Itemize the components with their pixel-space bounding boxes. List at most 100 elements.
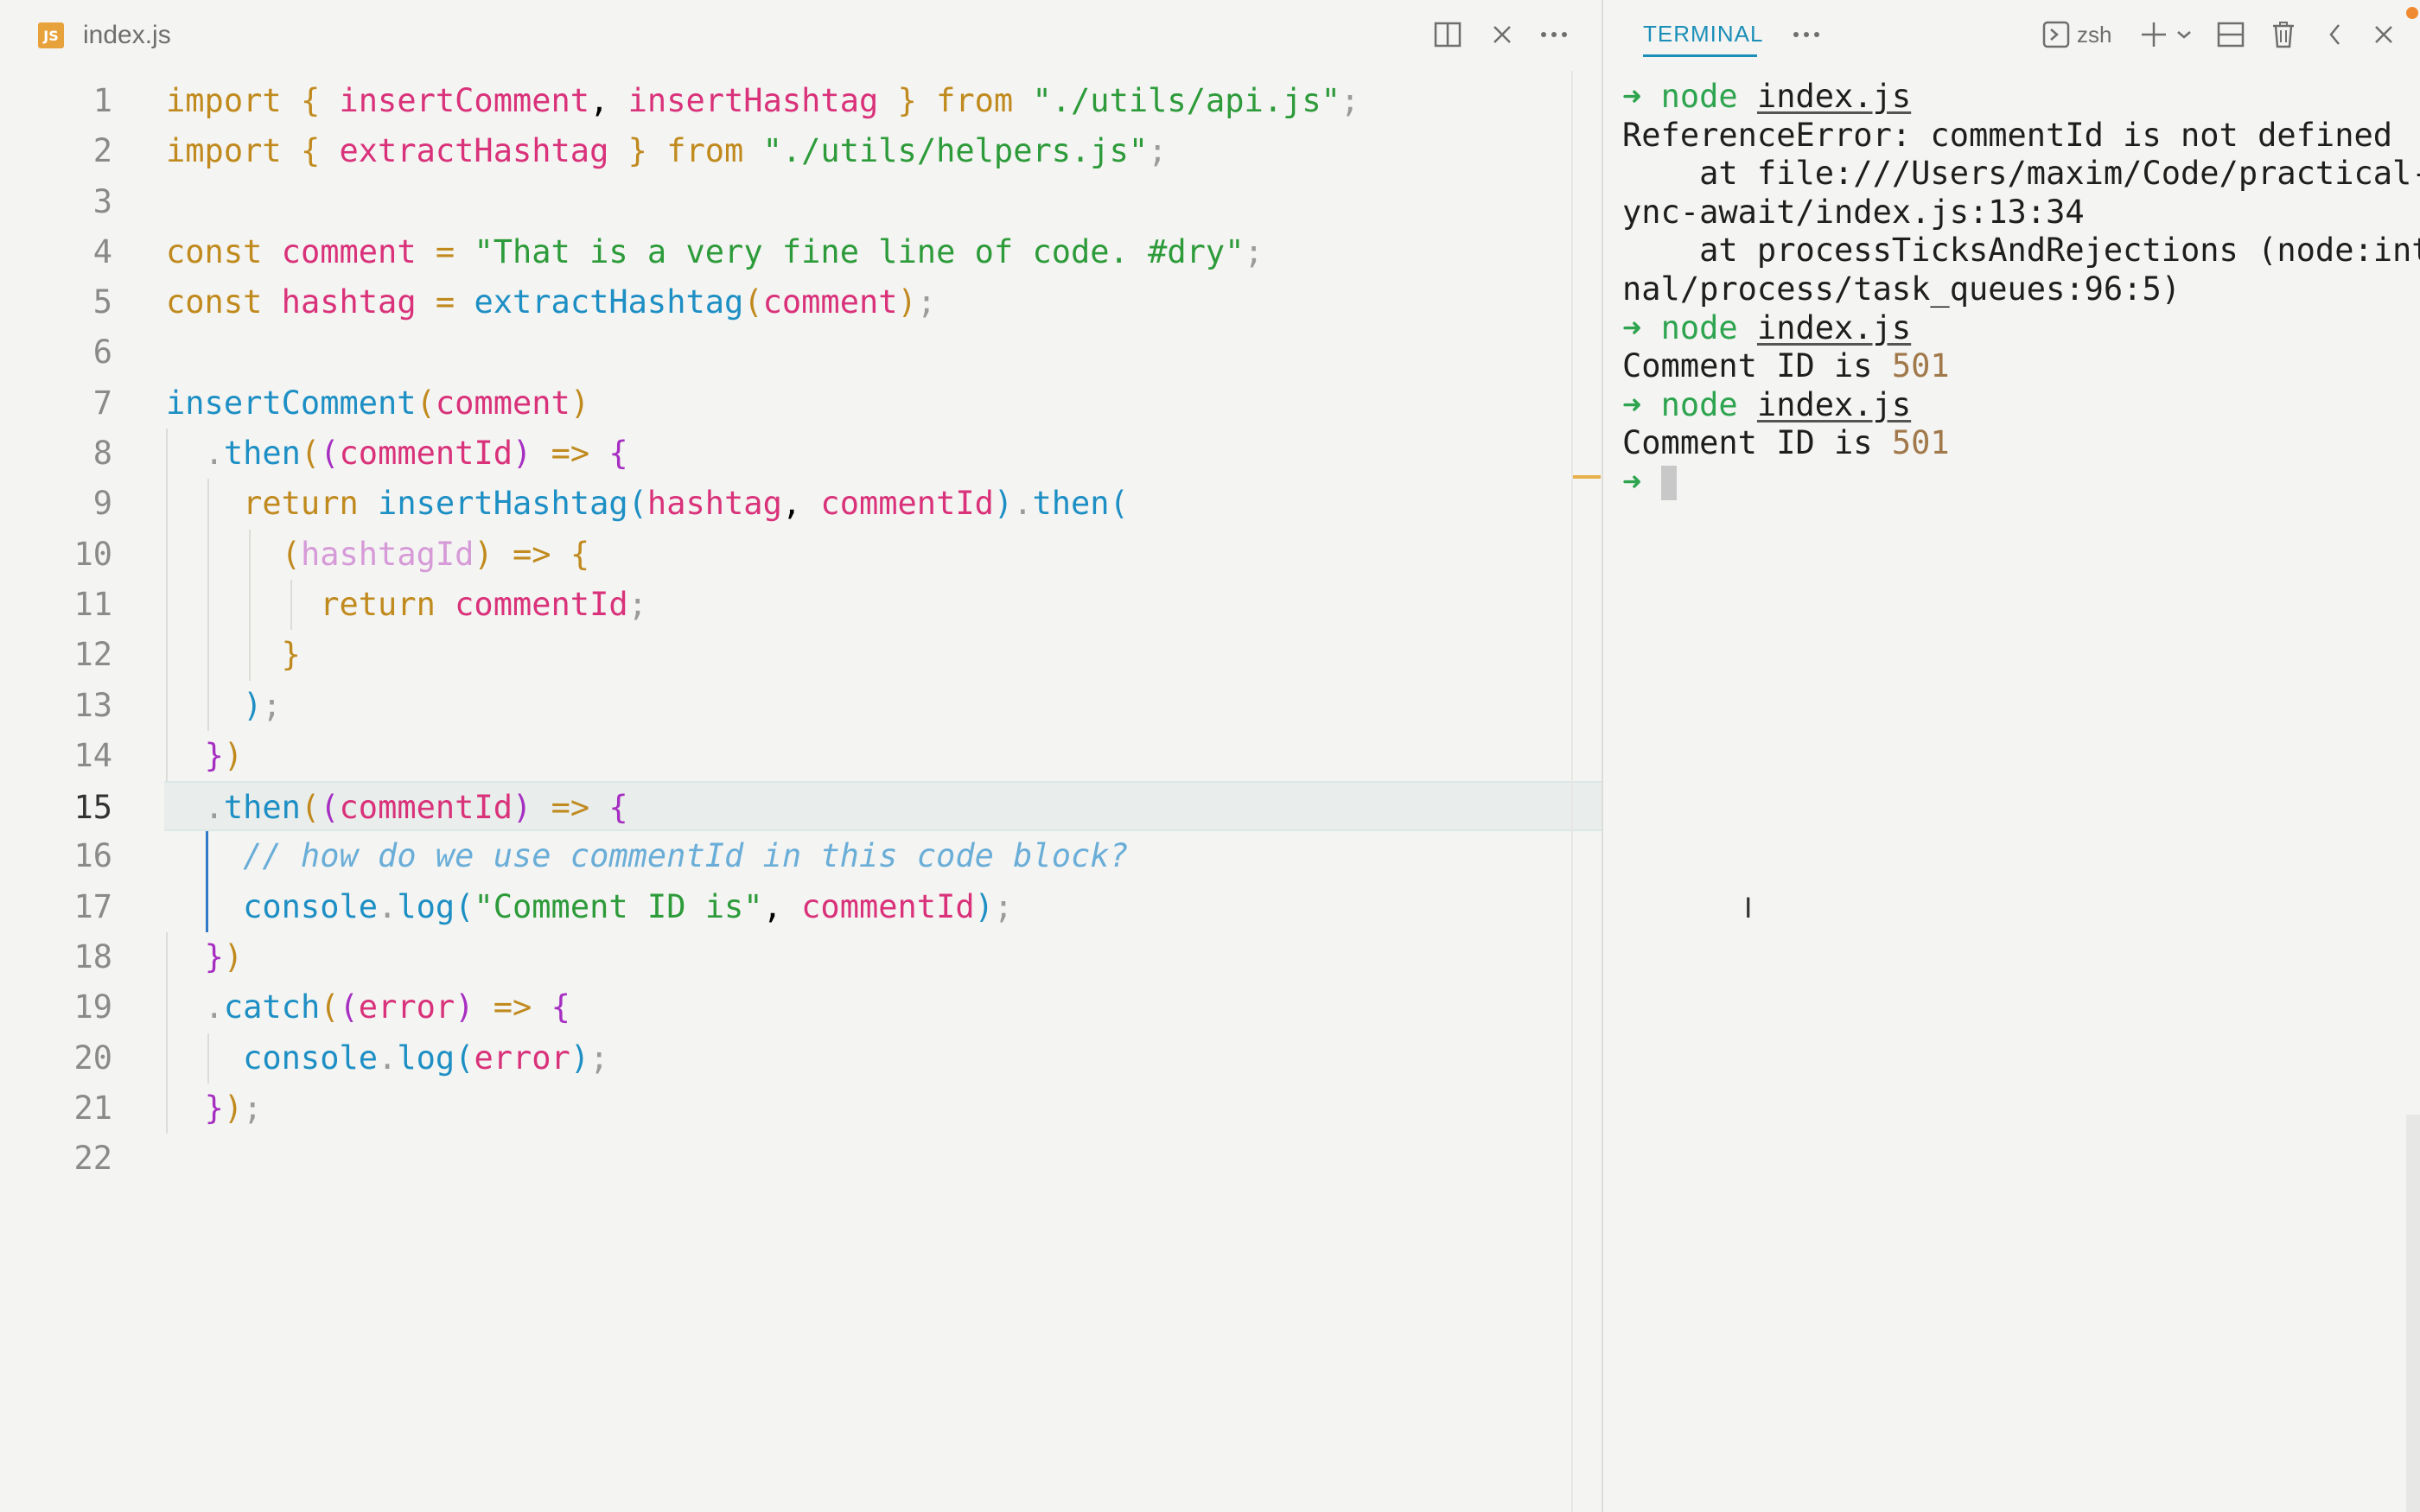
code-area[interactable]: 1 import { insertComment, insertHashtag }… (0, 76, 1602, 1185)
prompt-arrow: ➜ (1622, 308, 1642, 346)
code-text: console.log(error); (243, 1039, 609, 1077)
terminal-command-arg[interactable]: index.js (1757, 309, 1911, 346)
code-line: 10 (hashtagId) => { (0, 529, 1602, 580)
plus-icon (2142, 22, 2166, 47)
line-number: 2 (92, 132, 112, 170)
terminal-command: node (1660, 308, 1738, 346)
code-text: }); (204, 1089, 263, 1127)
code-line: 16 // how do we use commentId in this co… (0, 831, 1602, 882)
code-line: 12 } (0, 630, 1602, 681)
prompt-arrow: ➜ (1622, 78, 1642, 115)
tab-terminal[interactable]: TERMINAL (1643, 21, 1763, 48)
terminal-line: at file:///Users/maxim/Code/practical-as (1622, 155, 2420, 193)
overview-ruler-marker (1573, 475, 1601, 479)
code-text: // how do we use commentId in this code … (243, 837, 1129, 875)
file-tab[interactable]: JS index.js (38, 16, 171, 55)
line-number: 14 (73, 736, 112, 774)
line-number: 1 (92, 82, 112, 119)
line-number: 3 (92, 182, 112, 220)
terminal-cursor (1660, 466, 1677, 501)
terminal-output[interactable]: ➜ node index.js ReferenceError: commentI… (1622, 78, 2420, 502)
terminal-line: ➜ node index.js (1622, 309, 2404, 348)
line-number: 20 (73, 1039, 112, 1077)
code-line: 5 const hashtag = extractHashtag(comment)… (0, 277, 1602, 327)
line-number: 8 (92, 435, 112, 473)
code-line: 4 const comment = "That is a very fine li… (0, 227, 1602, 277)
code-text: return insertHashtag(hashtag, commentId)… (243, 485, 1129, 523)
terminal-scrollbar[interactable] (2406, 1115, 2420, 1512)
code-text: const comment = "That is a very fine lin… (166, 232, 1264, 270)
terminal-line: ReferenceError: commentId is not defined (1622, 116, 2393, 154)
code-text: import { extractHashtag } from "./utils/… (166, 132, 1168, 170)
line-number: 22 (73, 1140, 112, 1178)
chevron-left-icon[interactable] (2328, 17, 2343, 52)
mouse-ibeam-cursor: I (1744, 892, 1753, 924)
line-number: 18 (73, 938, 112, 976)
code-text: insertComment(comment) (166, 384, 590, 422)
code-line: 20 console.log(error); (0, 1032, 1602, 1083)
terminal-command: node (1660, 78, 1738, 115)
code-text: const hashtag = extractHashtag(comment); (166, 283, 937, 321)
terminal-line: ➜ node index.js (1622, 78, 2404, 117)
file-tab-label: index.js (83, 21, 171, 49)
terminal-icon (2042, 21, 2070, 48)
code-text: } (281, 636, 301, 674)
code-line: 14 }) (0, 730, 1602, 782)
code-line: 11 return commentId; (0, 579, 1602, 631)
code-line: 8 .then((commentId) => { (0, 429, 1602, 480)
line-number: 9 (92, 485, 112, 523)
code-line: 3 (0, 177, 1602, 227)
line-number: 12 (73, 636, 112, 674)
output-value: 501 (1891, 347, 1950, 385)
tab-terminal-underline (1643, 54, 1757, 57)
close-panel-icon[interactable] (2372, 17, 2395, 52)
terminal-command-arg[interactable]: index.js (1757, 386, 1911, 423)
terminal-prompt-line[interactable]: ➜ (1622, 463, 2404, 502)
line-number: 5 (92, 283, 112, 321)
terminal-command-arg[interactable]: index.js (1757, 78, 1911, 115)
prompt-arrow: ➜ (1622, 462, 1642, 500)
terminal-line: Comment ID is 501 (1622, 424, 2404, 463)
line-number: 11 (73, 585, 112, 623)
close-icon[interactable] (1485, 17, 1519, 52)
terminal-command: node (1660, 385, 1738, 423)
code-text: }) (204, 736, 244, 774)
terminal-line: at processTicksAndRejections (node:inter (1622, 232, 2420, 270)
terminal-header: TERMINAL zsh (1603, 0, 2420, 71)
terminal-panel[interactable]: TERMINAL zsh ➜ node index.js ReferenceEr… (1602, 0, 2420, 1512)
shell-label: zsh (2077, 21, 2112, 48)
prompt-arrow: ➜ (1622, 385, 1642, 423)
split-editor-icon[interactable] (1430, 17, 1465, 52)
chevron-down-icon[interactable] (2175, 29, 2193, 40)
line-number: 4 (92, 232, 112, 270)
line-number: 19 (73, 988, 112, 1026)
code-line: 18 }) (0, 932, 1602, 983)
code-text: .then((commentId) => { (204, 435, 628, 473)
line-number: 21 (73, 1089, 112, 1127)
code-line: 17 console.log("Comment ID is", commentI… (0, 881, 1602, 933)
code-text: ); (243, 686, 282, 724)
code-line: 19 .catch((error) => { (0, 982, 1602, 1033)
split-terminal-icon[interactable] (2217, 17, 2245, 52)
code-text: import { insertComment, insertHashtag } … (166, 82, 1360, 119)
terminal-line: ➜ node index.js (1622, 386, 2404, 425)
panel-more-icon[interactable] (1792, 17, 1821, 52)
line-number: 17 (73, 887, 112, 925)
line-number: 16 (73, 837, 112, 875)
code-line: 21 }); (0, 1083, 1602, 1134)
code-line: 6 (0, 327, 1602, 378)
code-text: }) (204, 938, 244, 976)
output-text: Comment ID is (1622, 424, 1892, 462)
code-line: 2 import { extractHashtag } from "./utils… (0, 126, 1602, 176)
trash-icon[interactable] (2270, 17, 2296, 52)
editor-pane[interactable]: JS index.js 1 import { insertComment, ins… (0, 0, 1602, 1512)
javascript-file-icon: JS (38, 22, 64, 48)
code-text: (hashtagId) => { (281, 535, 590, 573)
more-icon[interactable] (1537, 17, 1571, 52)
shell-selector[interactable]: zsh (2042, 17, 2111, 52)
terminal-line: ync-await/index.js:13:34 (1622, 193, 2085, 231)
code-line: 22 (0, 1134, 1602, 1184)
output-text: Comment ID is (1622, 347, 1892, 385)
overview-ruler (1571, 71, 1573, 1512)
new-terminal-button[interactable] (2139, 17, 2193, 52)
